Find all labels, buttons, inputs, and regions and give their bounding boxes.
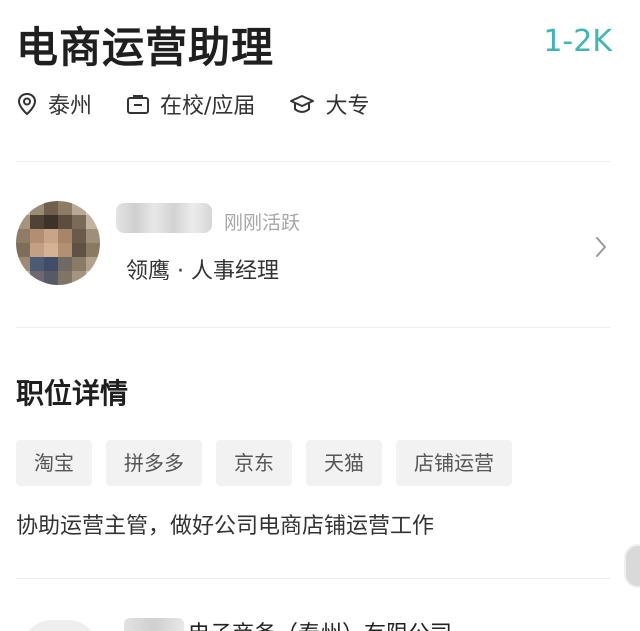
job-detail-page: 电商运营助理 1-2K 泰州 在校/应届 大专 刚刚活跃 领鹰 · 人事经理 职… bbox=[0, 0, 640, 631]
tag-jd: 京东 bbox=[216, 440, 292, 486]
job-education: 大专 bbox=[289, 88, 369, 120]
recruiter-role: 领鹰 · 人事经理 bbox=[126, 259, 279, 284]
company-name-blurred bbox=[124, 618, 184, 631]
recruiter-name-blurred bbox=[116, 203, 212, 233]
job-location: 泰州 bbox=[16, 88, 92, 120]
section-title: 职位详情 bbox=[16, 377, 129, 410]
company-logo bbox=[22, 620, 98, 631]
job-experience: 在校/应届 bbox=[126, 88, 255, 120]
tag-tmall: 天猫 bbox=[306, 440, 382, 486]
divider bbox=[16, 161, 610, 162]
salary: 1-2K bbox=[543, 24, 612, 59]
divider bbox=[16, 578, 610, 579]
chevron-right-icon[interactable] bbox=[594, 235, 608, 259]
location-pin-icon bbox=[17, 92, 37, 116]
experience-text: 在校/应届 bbox=[160, 94, 256, 119]
job-meta-row: 泰州 在校/应届 大专 bbox=[16, 88, 403, 120]
tag-store-operation: 店铺运营 bbox=[396, 440, 512, 486]
company-name: 电子商务（泰州）有限公司 bbox=[188, 618, 452, 631]
graduation-cap-icon bbox=[290, 95, 315, 114]
location-text: 泰州 bbox=[48, 94, 93, 119]
education-text: 大专 bbox=[325, 94, 370, 119]
skill-tags: 淘宝 拼多多 京东 天猫 店铺运营 bbox=[16, 440, 526, 486]
recruiter-card[interactable]: 刚刚活跃 领鹰 · 人事经理 bbox=[0, 195, 640, 305]
active-status: 刚刚活跃 bbox=[224, 212, 301, 234]
briefcase-icon bbox=[127, 95, 150, 114]
job-description: 协助运营主管，做好公司电商店铺运营工作 bbox=[16, 514, 435, 539]
tag-taobao: 淘宝 bbox=[16, 440, 92, 486]
company-card-partial[interactable]: 电子商务（泰州）有限公司 bbox=[0, 604, 640, 631]
divider bbox=[16, 327, 610, 328]
avatar bbox=[16, 201, 100, 285]
tag-pinduoduo: 拼多多 bbox=[106, 440, 202, 486]
floating-handle[interactable] bbox=[624, 544, 640, 588]
job-title: 电商运营助理 bbox=[16, 23, 275, 72]
